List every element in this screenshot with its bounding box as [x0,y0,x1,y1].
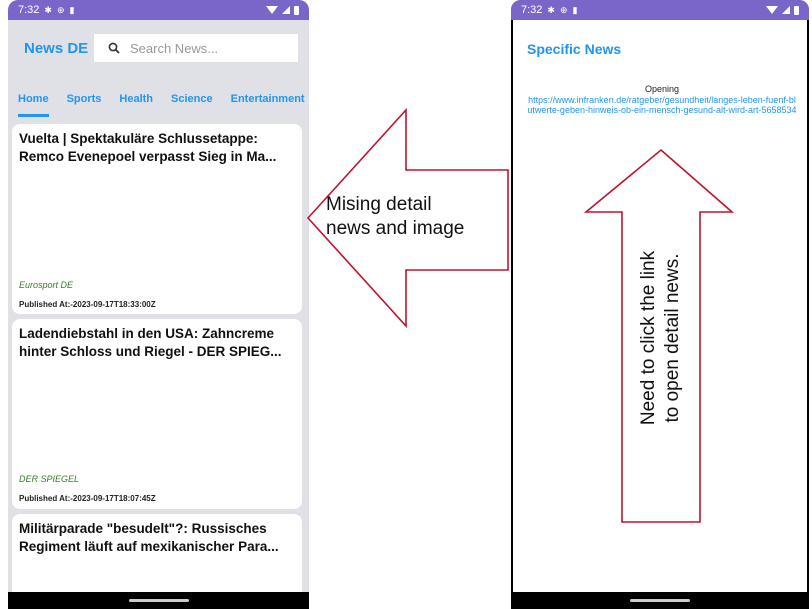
note-line: Need to click the link [638,250,659,426]
note-line: to open detail news. [662,253,683,423]
click-link-note: Need to click the link to open detail ne… [637,208,685,468]
up-arrow-annotation [583,148,735,523]
